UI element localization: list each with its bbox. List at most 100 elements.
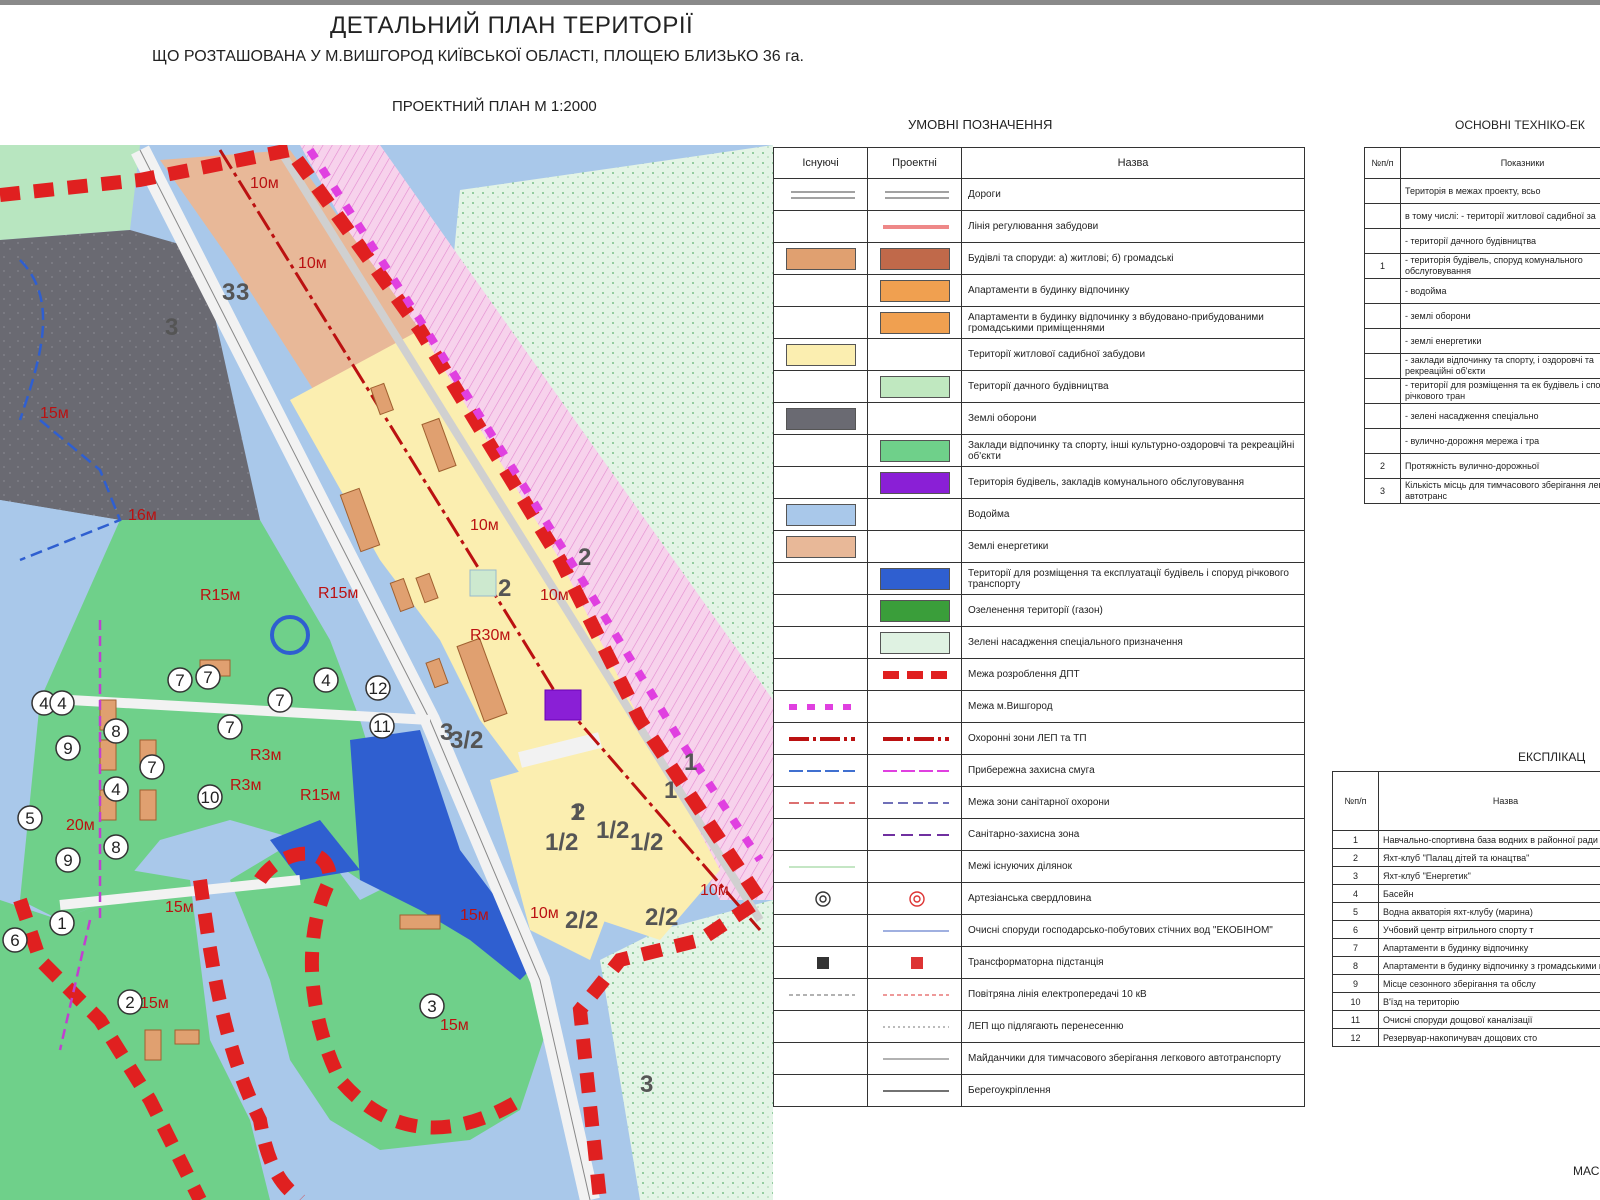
legend-row: Межі існуючих ділянок <box>773 850 1305 883</box>
explication-marker[interactable]: 8 <box>103 834 129 860</box>
explication-row: 10 В'їзд на територію <box>1332 992 1600 1011</box>
zone-number: 3 <box>165 314 178 341</box>
legend-header-projected: Проектні <box>867 147 962 179</box>
tei-row: - водойма <box>1364 278 1600 304</box>
explication-marker[interactable]: 12 <box>365 675 391 701</box>
svg-text:6: 6 <box>10 931 19 950</box>
top-border <box>0 0 1600 5</box>
legend-symbol-projected <box>867 434 962 467</box>
svg-text:12: 12 <box>369 679 388 698</box>
explication-marker[interactable]: 8 <box>103 718 129 744</box>
explication-marker[interactable]: 4 <box>313 667 339 693</box>
legend-symbol-existing <box>773 658 868 691</box>
special-green-plot <box>469 569 497 597</box>
explication-marker[interactable]: 3 <box>419 993 445 1019</box>
legend-symbol-projected <box>867 1010 962 1043</box>
explication-num: 5 <box>1332 902 1379 921</box>
explication-name: Апартаменти в будинку відпочинку з грома… <box>1378 956 1600 975</box>
zone-fraction: 1/2 <box>630 829 663 856</box>
legend-symbol-existing <box>773 338 868 371</box>
legend-symbol-projected <box>867 274 962 307</box>
tei-indicator: - зелені насадження спеціально <box>1400 403 1600 429</box>
explication-marker[interactable]: 7 <box>217 714 243 740</box>
zone-fraction: 2/2 <box>565 907 598 934</box>
explication-num: 4 <box>1332 884 1379 903</box>
tei-num: 2 <box>1364 453 1401 479</box>
explication-row: 2 Яхт-клуб "Палац дітей та юнацтва" <box>1332 848 1600 867</box>
explication-marker[interactable]: 10 <box>197 784 223 810</box>
explication-marker[interactable]: 4 <box>49 690 75 716</box>
legend-item-name: Землі оборони <box>961 402 1305 435</box>
legend-symbol-existing <box>773 306 868 339</box>
tei-num: 1 <box>1364 253 1401 279</box>
tei-indicator: Територія в межах проекту, всьо <box>1400 178 1600 204</box>
legend-symbol-existing <box>773 1074 868 1107</box>
explication-marker[interactable]: 7 <box>267 687 293 713</box>
legend-row: Апартаменти в будинку відпочинку <box>773 274 1305 307</box>
explication-num: 11 <box>1332 1010 1379 1029</box>
tei-row: 3 Кількість місць для тимчасового зберіга… <box>1364 478 1600 504</box>
legend-row: Трансформаторна підстанція <box>773 946 1305 979</box>
expl-header-num: №п/п <box>1332 771 1379 831</box>
tei-header-name: Показники <box>1400 147 1600 179</box>
explication-num: 12 <box>1332 1028 1379 1047</box>
explication-marker[interactable]: 7 <box>139 754 165 780</box>
tei-title: ОСНОВНІ ТЕХНІКО-ЕК <box>1455 118 1585 132</box>
legend-symbol-projected <box>867 562 962 595</box>
svg-text:3: 3 <box>427 997 436 1016</box>
tei-indicator: - землі оборони <box>1400 303 1600 329</box>
legend-symbol-projected <box>867 402 962 435</box>
tei-row: 2 Протяжність вулично-дорожньої <box>1364 453 1600 479</box>
svg-text:4: 4 <box>321 671 330 690</box>
zone-number: 2 <box>578 544 591 571</box>
legend-item-name: Трансформаторна підстанція <box>961 946 1305 979</box>
legend-item-name: Повітряна лінія електропередачі 10 кВ <box>961 978 1305 1011</box>
legend-symbol-projected <box>867 242 962 275</box>
explication-marker[interactable]: 6 <box>2 927 28 953</box>
legend-row: Охоронні зони ЛЕП та ТП <box>773 722 1305 755</box>
legend-symbol-existing <box>773 786 868 819</box>
legend-row: Прибережна захисна смуга <box>773 754 1305 787</box>
explication-row: 4 Басейн <box>1332 884 1600 903</box>
site-plan-map[interactable]: 333222111333/21/2 1/22/2 2/21/2 15м16м10м1… <box>0 145 773 1200</box>
legend-item-name: Територія будівель, закладів комунальног… <box>961 466 1305 499</box>
legend-symbol-existing <box>773 1042 868 1075</box>
explication-marker[interactable]: 7 <box>195 664 221 690</box>
tei-header-num: №п/п <box>1364 147 1401 179</box>
tei-num <box>1364 278 1401 304</box>
legend-symbol-existing <box>773 242 868 275</box>
explication-marker[interactable]: 7 <box>167 667 193 693</box>
tei-num <box>1364 228 1401 254</box>
tei-indicator: - водойма <box>1400 278 1600 304</box>
legend-item-name: Апартаменти в будинку відпочинку <box>961 274 1305 307</box>
legend-symbol-existing <box>773 754 868 787</box>
tei-num: 3 <box>1364 478 1401 504</box>
explication-marker[interactable]: 4 <box>103 776 129 802</box>
legend-symbol-existing <box>773 978 868 1011</box>
tei-num <box>1364 328 1401 354</box>
tei-row: - території для розміщення та ек будівел… <box>1364 378 1600 404</box>
legend-row: Території для розміщення та експлуатації… <box>773 562 1305 595</box>
legend-row: Дороги <box>773 178 1305 211</box>
explication-marker[interactable]: 2 <box>117 989 143 1015</box>
explication-marker[interactable]: 11 <box>369 713 395 739</box>
legend-symbol-projected <box>867 690 962 723</box>
svg-text:9: 9 <box>63 851 72 870</box>
legend-row: Будівлі та споруди: а) житлові; б) грома… <box>773 242 1305 275</box>
explication-marker[interactable]: 5 <box>17 805 43 831</box>
legend-item-name: Берегоукріплення <box>961 1074 1305 1107</box>
explication-name: Очисні споруди дощової каналізації <box>1378 1010 1600 1029</box>
tei-row: - землі енергетики <box>1364 328 1600 354</box>
zone-number: 1 <box>684 749 697 776</box>
explication-row: 3 Яхт-клуб "Енергетик" <box>1332 866 1600 885</box>
legend-item-name: Межа розроблення ДПТ <box>961 658 1305 691</box>
explication-marker[interactable]: 9 <box>55 847 81 873</box>
explication-marker[interactable]: 1 <box>49 910 75 936</box>
svg-text:7: 7 <box>225 718 234 737</box>
zone-number: 1 <box>570 799 583 826</box>
legend-symbol-existing <box>773 882 868 915</box>
explication-marker[interactable]: 9 <box>55 735 81 761</box>
svg-text:2: 2 <box>125 993 134 1012</box>
legend-symbol-existing <box>773 946 868 979</box>
svg-text:5: 5 <box>25 809 34 828</box>
